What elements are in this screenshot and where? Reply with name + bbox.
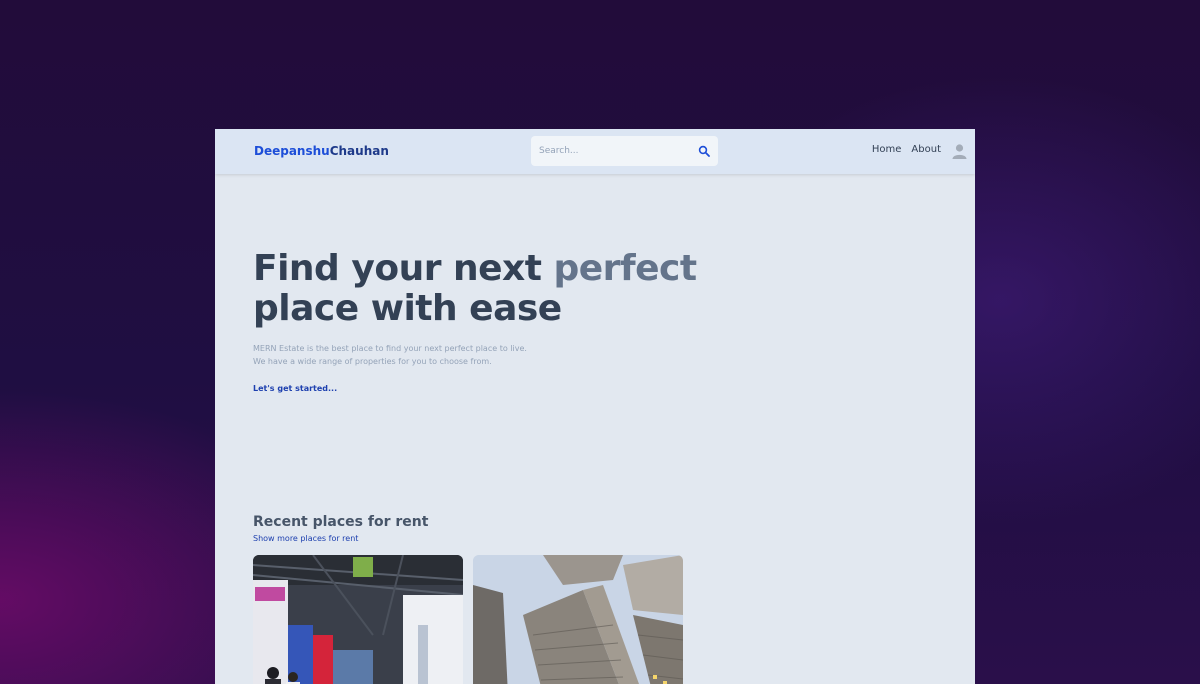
user-avatar-icon[interactable]: [952, 143, 967, 159]
main-nav: Home About: [872, 144, 941, 155]
browser-window: DeepanshuChauhan Home About Find your ne…: [215, 129, 975, 684]
hero-subtitle: MERN Estate is the best place to find yo…: [253, 342, 527, 368]
listing-photo-expo-hall: [253, 555, 463, 684]
hero-title: Find your next perfect place with ease: [253, 249, 733, 329]
listing-photo-skyscrapers: [473, 555, 683, 684]
logo-second: Chauhan: [329, 144, 389, 158]
show-more-rent-link[interactable]: Show more places for rent: [253, 534, 358, 543]
search-box: [531, 136, 718, 166]
hero-subtitle-line2: We have a wide range of properties for y…: [253, 357, 492, 366]
nav-about[interactable]: About: [911, 144, 941, 155]
listing-card-image[interactable]: [473, 555, 683, 684]
get-started-link[interactable]: Let's get started...: [253, 384, 337, 393]
nav-home[interactable]: Home: [872, 144, 902, 155]
hero-title-accent: perfect: [553, 248, 698, 289]
hero-title-part1: Find your next: [253, 248, 554, 289]
site-header: DeepanshuChauhan Home About: [215, 129, 975, 174]
recent-rent-title: Recent places for rent: [253, 514, 429, 530]
site-logo[interactable]: DeepanshuChauhan: [254, 144, 389, 158]
logo-first: Deepanshu: [254, 144, 330, 158]
listing-card-image[interactable]: [253, 555, 463, 684]
hero-title-part2: place with ease: [253, 288, 562, 329]
search-icon[interactable]: [698, 145, 710, 157]
hero-subtitle-line1: MERN Estate is the best place to find yo…: [253, 344, 527, 353]
search-input[interactable]: [539, 146, 698, 156]
